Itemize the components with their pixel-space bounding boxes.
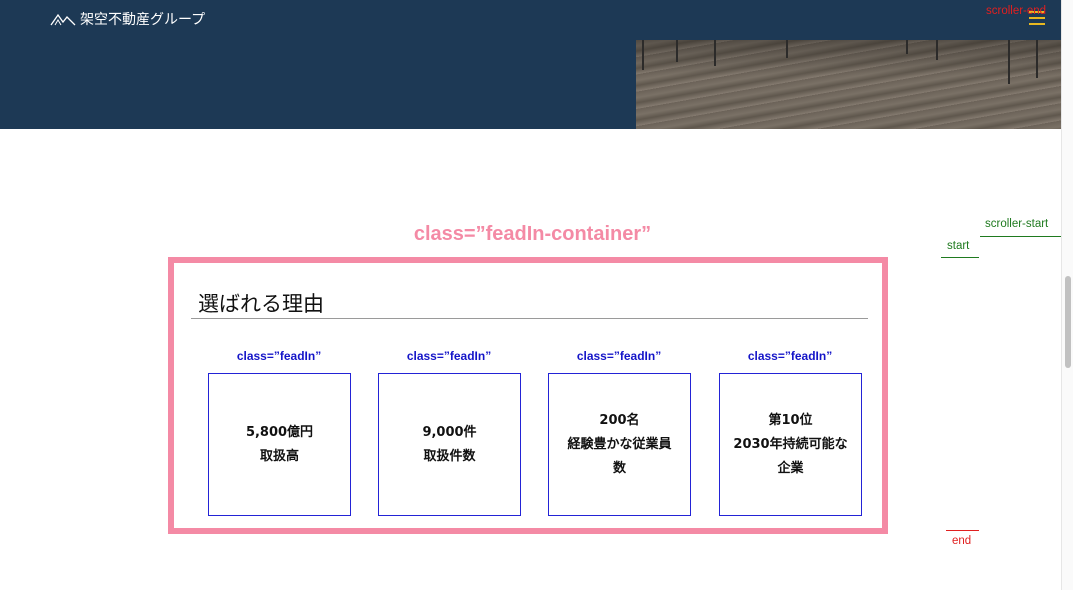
card-line: 企業: [777, 460, 804, 476]
site-logo[interactable]: 架空不動産グループ: [50, 9, 205, 29]
page-scrollbar[interactable]: [1061, 0, 1073, 590]
card-wrap: class=”feadIn” 第10位 2030年持続可能な 企業: [713, 349, 867, 516]
card-line: 取扱件数: [423, 448, 476, 464]
scrollbar-thumb[interactable]: [1065, 276, 1071, 368]
card-wrap: class=”feadIn” 9,000件 取扱件数: [372, 349, 526, 516]
feature-card: 第10位 2030年持続可能な 企業: [719, 373, 862, 516]
feature-card: 200名 経験豊かな従業員 数: [548, 373, 691, 516]
card-line: 第10位: [768, 412, 813, 428]
card-line: 数: [612, 460, 626, 476]
site-header: 架空不動産グループ: [0, 0, 1061, 129]
section-title: 選ばれる理由: [198, 292, 324, 316]
card-class-label: class=”feadIn”: [236, 349, 322, 363]
logo-text: 架空不動産グループ: [80, 12, 206, 28]
start-line: [941, 257, 979, 258]
card-wrap: class=”feadIn” 5,800億円 取扱高: [202, 349, 356, 516]
title-divider: [191, 318, 868, 319]
feature-card: 5,800億円 取扱高: [208, 373, 351, 516]
card-line: 2030年持続可能な: [733, 436, 848, 452]
end-marker: end: [952, 535, 972, 547]
card-line: 5,800億円: [245, 424, 314, 440]
card-line: 取扱高: [259, 448, 299, 464]
card-class-label: class=”feadIn”: [747, 349, 833, 363]
container-class-label: class=”feadIn-container”: [413, 223, 652, 245]
mountain-logo-icon: [50, 13, 76, 26]
feature-card: 9,000件 取扱件数: [378, 373, 521, 516]
card-wrap: class=”feadIn” 200名 経験豊かな従業員 数: [542, 349, 696, 516]
feadin-container: 選ばれる理由 class=”feadIn” 5,800億円 取扱高 class=…: [168, 257, 888, 534]
card-line: 経験豊かな従業員: [567, 436, 672, 452]
card-class-label: class=”feadIn”: [576, 349, 662, 363]
scroller-end-marker: scroller-end: [986, 5, 1047, 17]
end-line: [946, 530, 979, 531]
card-line: 9,000件: [422, 424, 477, 440]
card-line: 200名: [599, 412, 640, 428]
card-class-label: class=”feadIn”: [406, 349, 492, 363]
hero-image: [636, 40, 1061, 129]
